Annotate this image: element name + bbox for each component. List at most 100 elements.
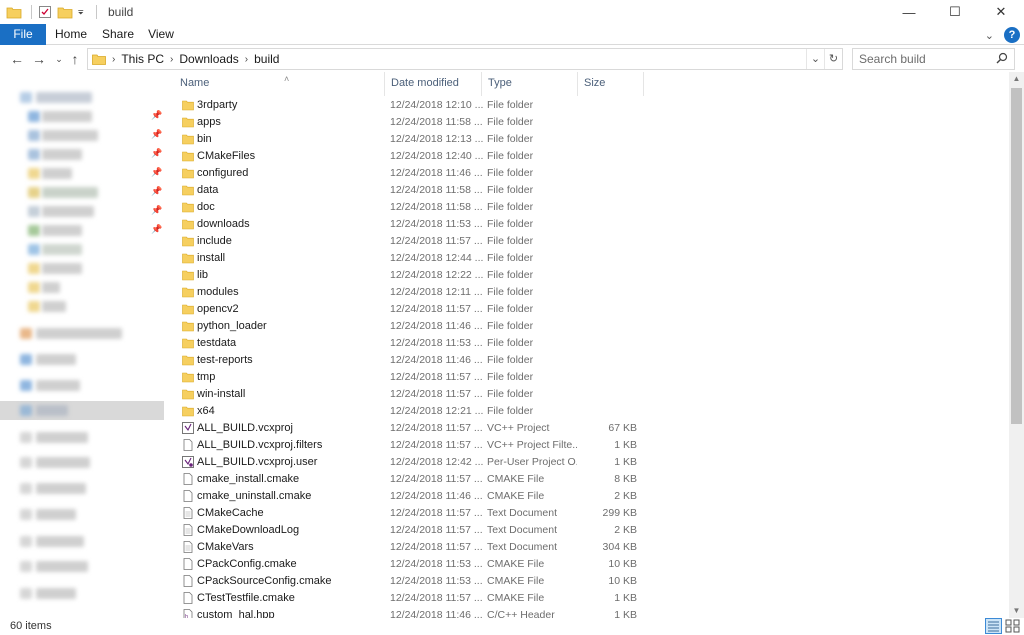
file-row[interactable]: test-reports 12/24/2018 11:46 ... File fol… bbox=[166, 352, 1009, 369]
breadcrumb-separator-icon[interactable]: › bbox=[170, 54, 173, 65]
file-row[interactable]: opencv2 12/24/2018 11:57 ... File folder bbox=[166, 301, 1009, 318]
scroll-up-icon[interactable]: ▲ bbox=[1009, 72, 1024, 86]
file-row[interactable]: include 12/24/2018 11:57 ... File folder bbox=[166, 233, 1009, 250]
tab-home[interactable]: Home bbox=[50, 24, 92, 45]
file-row[interactable]: ALL_BUILD.vcxproj.user 12/24/2018 12:42 .… bbox=[166, 454, 1009, 471]
file-name[interactable]: lib bbox=[197, 269, 208, 281]
breadcrumb-build[interactable]: build bbox=[254, 52, 279, 66]
back-arrow-icon[interactable]: ← bbox=[8, 50, 26, 68]
expand-ribbon-icon[interactable]: ⌄ bbox=[985, 29, 994, 42]
nav-item[interactable] bbox=[0, 376, 164, 395]
breadcrumb-downloads[interactable]: Downloads bbox=[179, 52, 238, 66]
file-row[interactable]: CPackConfig.cmake 12/24/2018 11:53 ... CMA… bbox=[166, 556, 1009, 573]
pin-icon[interactable]: 📌 bbox=[151, 129, 162, 140]
pin-icon[interactable]: 📌 bbox=[151, 205, 162, 216]
nav-item[interactable]: 📌 bbox=[0, 202, 164, 221]
file-name[interactable]: CTestTestfile.cmake bbox=[197, 592, 295, 604]
file-row[interactable]: 3rdparty 12/24/2018 12:10 ... File folder bbox=[166, 97, 1009, 114]
file-row[interactable]: CMakeFiles 12/24/2018 12:40 ... File folde… bbox=[166, 148, 1009, 165]
large-icons-view-icon[interactable] bbox=[1004, 618, 1021, 634]
tab-share[interactable]: Share bbox=[97, 24, 139, 45]
pin-icon[interactable]: 📌 bbox=[151, 224, 162, 235]
details-view-icon[interactable] bbox=[985, 618, 1002, 634]
column-header-date[interactable]: Date modified bbox=[385, 72, 482, 96]
file-name[interactable]: CMakeFiles bbox=[197, 150, 255, 162]
file-name[interactable]: tmp bbox=[197, 371, 215, 383]
file-name[interactable]: doc bbox=[197, 201, 215, 213]
file-row[interactable]: bin 12/24/2018 12:13 ... File folder bbox=[166, 131, 1009, 148]
nav-item[interactable] bbox=[0, 505, 164, 524]
nav-item[interactable] bbox=[0, 350, 164, 369]
file-name[interactable]: include bbox=[197, 235, 232, 247]
breadcrumb-this-pc[interactable]: This PC bbox=[121, 52, 164, 66]
nav-item[interactable] bbox=[0, 88, 164, 107]
file-name[interactable]: python_loader bbox=[197, 320, 267, 332]
file-name[interactable]: CPackConfig.cmake bbox=[197, 558, 297, 570]
nav-item[interactable]: 📌 bbox=[0, 145, 164, 164]
nav-item[interactable] bbox=[0, 324, 164, 343]
scrollbar-thumb[interactable] bbox=[1011, 88, 1022, 424]
file-row[interactable]: x64 12/24/2018 12:21 ... File folder bbox=[166, 403, 1009, 420]
file-row[interactable]: ALL_BUILD.vcxproj.filters 12/24/2018 11:5… bbox=[166, 437, 1009, 454]
nav-item[interactable]: 📌 bbox=[0, 126, 164, 145]
file-row[interactable]: configured 12/24/2018 11:46 ... File folde… bbox=[166, 165, 1009, 182]
column-header-size[interactable]: Size bbox=[578, 72, 644, 96]
refresh-icon[interactable]: ↻ bbox=[824, 49, 842, 69]
file-name[interactable]: CMakeCache bbox=[197, 507, 264, 519]
close-button[interactable]: ✕ bbox=[978, 0, 1024, 24]
file-row[interactable]: install 12/24/2018 12:44 ... File folder bbox=[166, 250, 1009, 267]
file-name[interactable]: x64 bbox=[197, 405, 215, 417]
maximize-button[interactable]: ☐ bbox=[932, 0, 978, 24]
tab-view[interactable]: View bbox=[143, 24, 179, 45]
file-row[interactable]: modules 12/24/2018 12:11 ... File folder bbox=[166, 284, 1009, 301]
column-header-type[interactable]: Type bbox=[482, 72, 578, 96]
file-row[interactable]: ALL_BUILD.vcxproj 12/24/2018 11:57 ... VC+… bbox=[166, 420, 1009, 437]
nav-item[interactable]: 📌 bbox=[0, 164, 164, 183]
pin-icon[interactable]: 📌 bbox=[151, 148, 162, 159]
pin-icon[interactable]: 📌 bbox=[151, 186, 162, 197]
file-name[interactable]: CPackSourceConfig.cmake bbox=[197, 575, 332, 587]
search-input[interactable] bbox=[853, 49, 983, 69]
file-row[interactable]: doc 12/24/2018 11:58 ... File folder bbox=[166, 199, 1009, 216]
file-row[interactable]: apps 12/24/2018 11:58 ... File folder bbox=[166, 114, 1009, 131]
nav-item-selected[interactable] bbox=[0, 401, 164, 420]
scroll-down-icon[interactable]: ▼ bbox=[1009, 604, 1024, 618]
up-arrow-icon[interactable]: ↑ bbox=[66, 50, 84, 68]
file-row[interactable]: CMakeDownloadLog 12/24/2018 11:57 ... Text… bbox=[166, 522, 1009, 539]
file-name[interactable]: win-install bbox=[197, 388, 245, 400]
file-name[interactable]: modules bbox=[197, 286, 239, 298]
search-box[interactable] bbox=[852, 48, 1015, 70]
breadcrumb-separator-icon[interactable]: › bbox=[112, 54, 115, 65]
file-row[interactable]: lib 12/24/2018 12:22 ... File folder bbox=[166, 267, 1009, 284]
file-row[interactable]: CMakeCache 12/24/2018 11:57 ... Text Docum… bbox=[166, 505, 1009, 522]
minimize-button[interactable]: — bbox=[886, 0, 932, 24]
nav-item[interactable] bbox=[0, 479, 164, 498]
nav-item[interactable]: 📌 bbox=[0, 107, 164, 126]
file-name[interactable]: testdata bbox=[197, 337, 236, 349]
vertical-scrollbar[interactable]: ▲ ▼ bbox=[1009, 72, 1024, 618]
file-name[interactable]: install bbox=[197, 252, 225, 264]
nav-item[interactable] bbox=[0, 453, 164, 472]
file-row[interactable]: h custom_hal.hpp 12/24/2018 11:46 ... C/C++… bbox=[166, 607, 1009, 618]
address-dropdown-icon[interactable]: ⌄ bbox=[806, 49, 824, 69]
column-header-name[interactable]: Name ˄ bbox=[174, 72, 385, 96]
file-name[interactable]: bin bbox=[197, 133, 212, 145]
nav-item[interactable] bbox=[0, 259, 164, 278]
file-row[interactable]: CTestTestfile.cmake 12/24/2018 11:57 ... C… bbox=[166, 590, 1009, 607]
file-row[interactable]: downloads 12/24/2018 11:53 ... File folder bbox=[166, 216, 1009, 233]
file-row[interactable]: python_loader 12/24/2018 11:46 ... File fo… bbox=[166, 318, 1009, 335]
forward-arrow-icon[interactable]: → bbox=[30, 50, 48, 68]
breadcrumb-separator-icon[interactable]: › bbox=[245, 54, 248, 65]
file-name[interactable]: ALL_BUILD.vcxproj bbox=[197, 422, 293, 434]
pin-icon[interactable]: 📌 bbox=[151, 110, 162, 121]
file-name[interactable]: apps bbox=[197, 116, 221, 128]
nav-item[interactable] bbox=[0, 557, 164, 576]
file-row[interactable]: data 12/24/2018 11:58 ... File folder bbox=[166, 182, 1009, 199]
file-name[interactable]: data bbox=[197, 184, 218, 196]
properties-icon[interactable] bbox=[37, 4, 53, 20]
file-name[interactable]: ALL_BUILD.vcxproj.filters bbox=[197, 439, 322, 451]
file-row[interactable]: cmake_uninstall.cmake 12/24/2018 11:46 ..… bbox=[166, 488, 1009, 505]
file-name[interactable]: test-reports bbox=[197, 354, 253, 366]
nav-item[interactable] bbox=[0, 428, 164, 447]
nav-item[interactable] bbox=[0, 297, 164, 316]
